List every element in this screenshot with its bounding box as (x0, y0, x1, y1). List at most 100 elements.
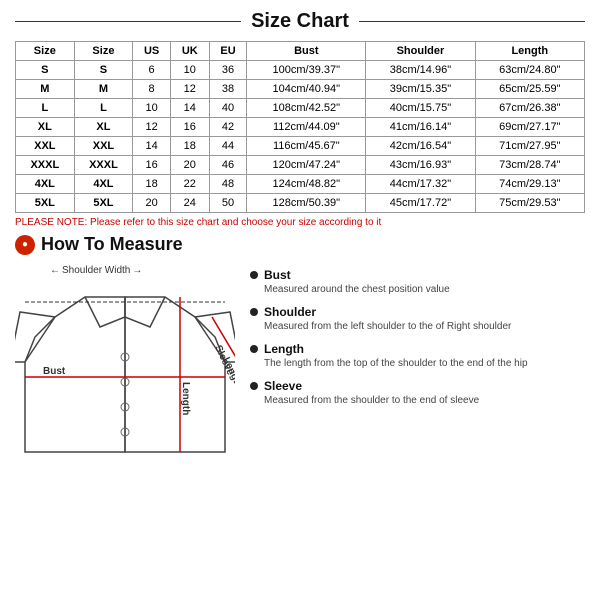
measure-title-area: ● How To Measure (15, 234, 585, 255)
table-cell-4-7: 71cm/27.95" (475, 137, 584, 156)
table-cell-7-1: 5XL (74, 194, 133, 213)
table-cell-2-5: 108cm/42.52" (247, 99, 366, 118)
table-cell-3-5: 112cm/44.09" (247, 118, 366, 137)
table-cell-5-5: 120cm/47.24" (247, 156, 366, 175)
table-cell-3-6: 41cm/16.14" (366, 118, 475, 137)
measure-item-title-1: Shoulder (264, 305, 511, 319)
table-cell-5-1: XXXL (74, 156, 133, 175)
table-cell-1-5: 104cm/40.94" (247, 80, 366, 99)
table-row: 5XL5XL202450128cm/50.39"45cm/17.72"75cm/… (16, 194, 585, 213)
shoulder-width-text: Shoulder Width (62, 265, 130, 276)
table-cell-6-7: 74cm/29.13" (475, 175, 584, 194)
table-cell-7-2: 20 (133, 194, 171, 213)
table-cell-2-6: 40cm/15.75" (366, 99, 475, 118)
table-cell-4-3: 18 (170, 137, 209, 156)
measure-item-desc-2: The length from the top of the shoulder … (264, 357, 528, 371)
table-cell-7-3: 24 (170, 194, 209, 213)
table-row: XXXLXXXL162046120cm/47.24"43cm/16.93"73c… (16, 156, 585, 175)
table-cell-4-2: 14 (133, 137, 171, 156)
table-cell-7-7: 75cm/29.53" (475, 194, 584, 213)
page-title: Size Chart (251, 10, 349, 33)
table-cell-0-5: 100cm/39.37" (247, 61, 366, 80)
table-cell-1-2: 8 (133, 80, 171, 99)
table-cell-2-1: L (74, 99, 133, 118)
table-cell-3-2: 12 (133, 118, 171, 137)
table-cell-0-1: S (74, 61, 133, 80)
col-header-shoulder: Shoulder (366, 42, 475, 61)
shoulder-width-arrow-left: ← (50, 265, 60, 276)
table-cell-5-4: 46 (209, 156, 247, 175)
table-cell-6-1: 4XL (74, 175, 133, 194)
title-line-right (359, 21, 585, 22)
measure-bullet-1 (250, 308, 258, 316)
measure-title: How To Measure (41, 234, 183, 255)
table-cell-6-4: 48 (209, 175, 247, 194)
table-cell-1-7: 65cm/25.59" (475, 80, 584, 99)
svg-text:Length: Length (180, 382, 191, 415)
measure-circle-icon: ● (15, 235, 35, 255)
col-header-us: US (133, 42, 171, 61)
title-line-left (15, 21, 241, 22)
measure-item-content-3: SleeveMeasured from the shoulder to the … (264, 379, 479, 408)
table-cell-4-5: 116cm/45.67" (247, 137, 366, 156)
table-body: SS61036100cm/39.37"38cm/14.96"63cm/24.80… (16, 61, 585, 213)
measure-item-0: BustMeasured around the chest position v… (250, 268, 585, 297)
size-table: Size Size US UK EU Bust Shoulder Length … (15, 41, 585, 213)
table-cell-3-1: XL (74, 118, 133, 137)
jacket-svg: Bust Sleeve Length Length (15, 277, 235, 477)
col-header-length: Length (475, 42, 584, 61)
table-cell-0-7: 63cm/24.80" (475, 61, 584, 80)
table-cell-3-0: XL (16, 118, 75, 137)
svg-text:Bust: Bust (43, 366, 66, 377)
measure-bullet-3 (250, 382, 258, 390)
table-cell-6-3: 22 (170, 175, 209, 194)
measure-bullet-2 (250, 345, 258, 353)
measure-item-content-1: ShoulderMeasured from the left shoulder … (264, 305, 511, 334)
table-cell-6-0: 4XL (16, 175, 75, 194)
table-cell-4-0: XXL (16, 137, 75, 156)
measure-item-1: ShoulderMeasured from the left shoulder … (250, 305, 585, 334)
measure-item-content-0: BustMeasured around the chest position v… (264, 268, 450, 297)
table-cell-7-6: 45cm/17.72" (366, 194, 475, 213)
measure-body: ← Shoulder Width → (15, 263, 585, 590)
table-cell-4-4: 44 (209, 137, 247, 156)
measure-descriptions: BustMeasured around the chest position v… (250, 263, 585, 590)
table-cell-0-0: S (16, 61, 75, 80)
col-header-uk: UK (170, 42, 209, 61)
table-cell-1-4: 38 (209, 80, 247, 99)
col-header-eu: EU (209, 42, 247, 61)
shoulder-width-label: ← Shoulder Width → (50, 265, 142, 276)
table-cell-0-4: 36 (209, 61, 247, 80)
table-cell-4-1: XXL (74, 137, 133, 156)
col-header-size1: Size (16, 42, 75, 61)
col-header-size2: Size (74, 42, 133, 61)
table-cell-4-6: 42cm/16.54" (366, 137, 475, 156)
table-cell-5-7: 73cm/28.74" (475, 156, 584, 175)
table-cell-1-3: 12 (170, 80, 209, 99)
table-cell-7-0: 5XL (16, 194, 75, 213)
table-row: 4XL4XL182248124cm/48.82"44cm/17.32"74cm/… (16, 175, 585, 194)
table-cell-6-5: 124cm/48.82" (247, 175, 366, 194)
table-row: XLXL121642112cm/44.09"41cm/16.14"69cm/27… (16, 118, 585, 137)
table-cell-1-0: M (16, 80, 75, 99)
page: Size Chart Size Size US UK EU Bust Shoul… (0, 0, 600, 600)
jacket-illustration: ← Shoulder Width → (15, 263, 235, 590)
col-header-bust: Bust (247, 42, 366, 61)
table-cell-0-3: 10 (170, 61, 209, 80)
shoulder-width-arrow-right: → (132, 265, 142, 276)
table-cell-2-2: 10 (133, 99, 171, 118)
measure-bullet-0 (250, 271, 258, 279)
note-text: PLEASE NOTE: Please refer to this size c… (15, 217, 585, 228)
table-cell-6-6: 44cm/17.32" (366, 175, 475, 194)
table-cell-1-1: M (74, 80, 133, 99)
table-cell-3-4: 42 (209, 118, 247, 137)
table-row: LL101440108cm/42.52"40cm/15.75"67cm/26.3… (16, 99, 585, 118)
measure-item-3: SleeveMeasured from the shoulder to the … (250, 379, 585, 408)
table-cell-5-2: 16 (133, 156, 171, 175)
table-cell-6-2: 18 (133, 175, 171, 194)
table-cell-0-2: 6 (133, 61, 171, 80)
measure-item-title-2: Length (264, 342, 528, 356)
measure-item-title-0: Bust (264, 268, 450, 282)
measure-item-desc-0: Measured around the chest position value (264, 283, 450, 297)
table-cell-5-3: 20 (170, 156, 209, 175)
